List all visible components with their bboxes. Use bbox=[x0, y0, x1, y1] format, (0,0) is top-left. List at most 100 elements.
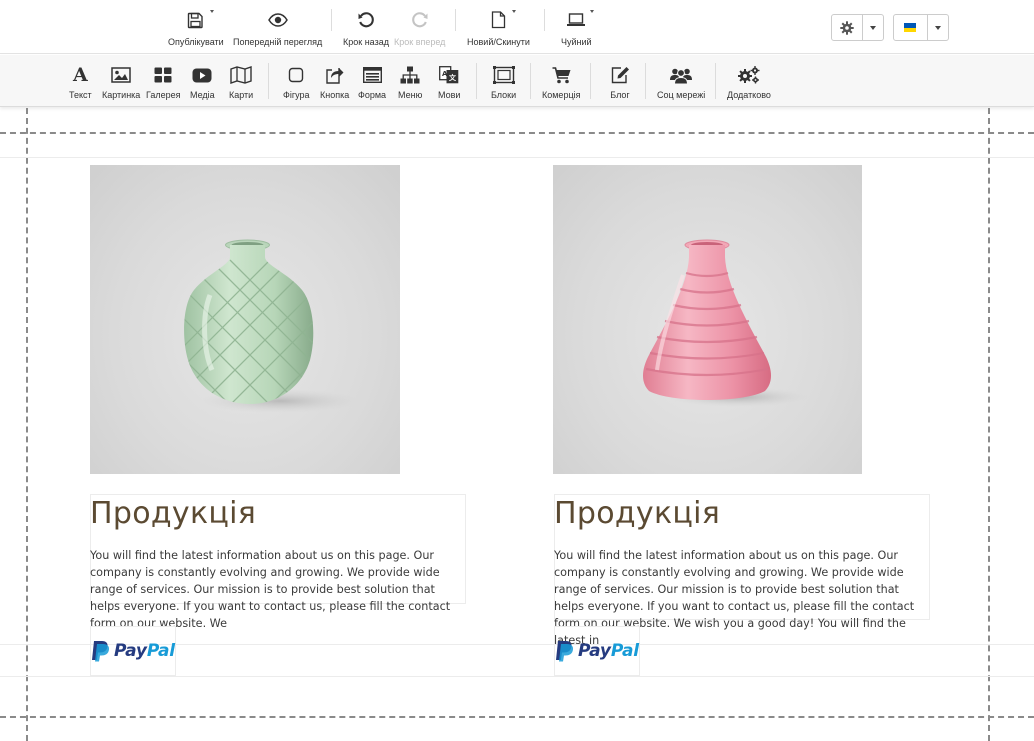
widget-label: Мови bbox=[438, 90, 461, 100]
device-responsive-button[interactable]: Чуйний bbox=[561, 8, 595, 47]
save-icon bbox=[184, 8, 214, 32]
widget-label: Текст bbox=[69, 90, 92, 100]
green-vase-image[interactable] bbox=[90, 165, 400, 474]
widget-commerce[interactable]: Комерція bbox=[542, 65, 580, 100]
divider bbox=[590, 63, 591, 99]
image-icon bbox=[110, 65, 132, 85]
paypal-pal-text: Pal bbox=[610, 641, 639, 661]
widget-gallery[interactable]: Галерея bbox=[146, 65, 181, 100]
publish-button[interactable]: Опублікувати bbox=[168, 8, 224, 47]
language-button-group bbox=[893, 14, 949, 41]
widget-menu[interactable]: Меню bbox=[398, 65, 422, 100]
cart-icon bbox=[550, 65, 572, 85]
settings-button[interactable] bbox=[832, 15, 862, 40]
menu-icon bbox=[399, 65, 421, 85]
widget-label: Блог bbox=[610, 90, 630, 100]
laptop-icon bbox=[564, 8, 595, 32]
section-guide-top bbox=[0, 132, 1034, 134]
widget-label: Картинка bbox=[102, 90, 141, 100]
widget-label: Меню bbox=[398, 90, 423, 100]
extra-icon bbox=[737, 65, 760, 85]
widget-image[interactable]: Картинка bbox=[102, 65, 140, 100]
widget-maps[interactable]: Карти bbox=[229, 65, 253, 100]
paypal-pal-text: Pal bbox=[146, 641, 175, 661]
device-label: Чуйний bbox=[561, 37, 592, 47]
preview-button[interactable]: Попередній перегляд bbox=[233, 8, 322, 47]
editor-canvas[interactable]: Продукція You will find the latest infor… bbox=[0, 108, 1034, 741]
paypal-logo-icon bbox=[91, 640, 110, 662]
undo-label: Крок назад bbox=[343, 37, 389, 47]
widget-label: Комерція bbox=[542, 90, 581, 100]
widget-shape[interactable]: Фігура bbox=[283, 65, 310, 100]
row-guide bbox=[0, 676, 1034, 677]
column-guide-right bbox=[988, 108, 990, 741]
row-guide bbox=[0, 157, 1034, 158]
chevron-down-icon bbox=[869, 25, 876, 30]
widget-blocks[interactable]: Блоки bbox=[491, 65, 516, 100]
paypal-wordmark: PayPal bbox=[578, 641, 639, 661]
settings-dropdown-toggle[interactable] bbox=[861, 15, 883, 40]
widget-toolbar: A Текст Картинка Галерея Медіа Карти Фіг… bbox=[0, 55, 1034, 107]
undo-button[interactable]: Крок назад bbox=[343, 8, 389, 47]
paypal-button[interactable]: PayPal bbox=[91, 639, 175, 663]
widget-form[interactable]: Форма bbox=[358, 65, 386, 100]
widget-label: Фігура bbox=[283, 90, 310, 100]
language-dropdown-toggle[interactable] bbox=[926, 15, 948, 40]
paypal-pay-text: Pay bbox=[578, 641, 611, 661]
widget-languages[interactable]: A文 Мови bbox=[438, 65, 460, 100]
pink-vase-image[interactable] bbox=[553, 165, 862, 474]
widget-media[interactable]: Медіа bbox=[190, 65, 215, 100]
eye-icon bbox=[266, 8, 290, 32]
divider bbox=[544, 9, 545, 31]
widget-label: Блоки bbox=[491, 90, 517, 100]
blocks-icon bbox=[492, 65, 515, 85]
divider bbox=[715, 63, 716, 99]
widget-blog[interactable]: Блог bbox=[609, 65, 631, 100]
paypal-pay-text: Pay bbox=[114, 641, 147, 661]
column-guide-left bbox=[26, 108, 28, 741]
product-description[interactable]: You will find the latest information abo… bbox=[90, 547, 466, 632]
widget-button[interactable]: Кнопка bbox=[320, 65, 349, 100]
section-guide-bottom bbox=[0, 716, 1034, 718]
paypal-logo-icon bbox=[555, 640, 574, 662]
form-icon bbox=[361, 65, 383, 85]
undo-icon bbox=[354, 8, 378, 32]
language-button[interactable] bbox=[894, 15, 927, 40]
languages-icon: A文 bbox=[438, 65, 460, 85]
settings-button-group bbox=[831, 14, 884, 41]
paypal-wordmark: PayPal bbox=[114, 641, 175, 661]
divider bbox=[268, 63, 269, 99]
svg-text:A: A bbox=[442, 70, 448, 78]
divider bbox=[331, 9, 332, 31]
widget-social[interactable]: Соц мережі bbox=[657, 65, 705, 100]
button-icon bbox=[324, 65, 346, 85]
divider bbox=[455, 9, 456, 31]
widget-label: Соц мережі bbox=[657, 90, 706, 100]
product-title[interactable]: Продукція bbox=[90, 496, 256, 531]
media-icon bbox=[191, 65, 213, 85]
ukraine-flag-icon bbox=[904, 23, 917, 32]
widget-label: Медіа bbox=[190, 90, 215, 100]
gallery-icon bbox=[152, 65, 174, 85]
widget-extra[interactable]: Додатково bbox=[727, 65, 771, 100]
map-icon bbox=[230, 65, 252, 85]
text-icon: A bbox=[72, 63, 88, 86]
widget-label: Форма bbox=[358, 90, 387, 100]
gear-icon bbox=[840, 20, 854, 35]
widget-label: Кнопка bbox=[320, 90, 350, 100]
widget-label: Галерея bbox=[146, 90, 181, 100]
widget-label: Додатково bbox=[727, 90, 771, 100]
divider bbox=[476, 63, 477, 99]
widget-text[interactable]: A Текст bbox=[69, 65, 92, 100]
new-reset-button[interactable]: Новий/Скинути bbox=[467, 8, 530, 47]
chevron-down-icon bbox=[934, 25, 941, 30]
divider bbox=[645, 63, 646, 99]
redo-icon bbox=[408, 8, 432, 32]
product-title[interactable]: Продукція bbox=[554, 496, 720, 531]
redo-button[interactable]: Крок вперед bbox=[394, 8, 445, 47]
widget-label: Карти bbox=[229, 90, 254, 100]
shape-icon bbox=[285, 65, 307, 85]
top-toolbar: Опублікувати Попередній перегляд Крок на… bbox=[0, 0, 1034, 54]
preview-label: Попередній перегляд bbox=[233, 37, 323, 47]
paypal-button[interactable]: PayPal bbox=[555, 639, 639, 663]
